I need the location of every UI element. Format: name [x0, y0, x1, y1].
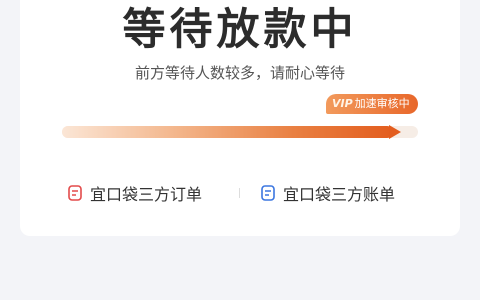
- badge-label: 加速审核中: [354, 97, 410, 110]
- links-divider: [239, 188, 240, 198]
- bill-document-icon: [261, 185, 275, 201]
- accelerated-review-badge: VIP 加速审核中: [326, 94, 418, 114]
- order-document-icon: [68, 185, 82, 201]
- arrow-right-icon: [389, 125, 401, 139]
- order-link[interactable]: 宜口袋三方订单: [68, 180, 202, 206]
- bill-link-label: 宜口袋三方账单: [283, 185, 396, 204]
- progress-dot: [358, 141, 362, 145]
- account-links: 宜口袋三方订单 宜口袋三方账单: [20, 180, 460, 206]
- progress-fill: [62, 126, 393, 138]
- progress-dot: [365, 141, 369, 145]
- badge-pointer: [344, 113, 354, 114]
- page-title: 等待放款中: [122, 5, 358, 55]
- vip-badge-text: VIP: [332, 97, 353, 110]
- loan-status-card: 等待放款中 前方等待人数较多，请耐心等待 VIP 加速审核中 宜口袋三方订单 宜…: [20, 0, 460, 236]
- progress-dots: [351, 130, 372, 145]
- bill-link[interactable]: 宜口袋三方账单: [261, 180, 395, 206]
- progress-dot: [351, 141, 355, 145]
- order-link-label: 宜口袋三方订单: [90, 185, 203, 204]
- progress-track: [62, 125, 418, 145]
- status-subtitle: 前方等待人数较多，请耐心等待: [134, 64, 345, 82]
